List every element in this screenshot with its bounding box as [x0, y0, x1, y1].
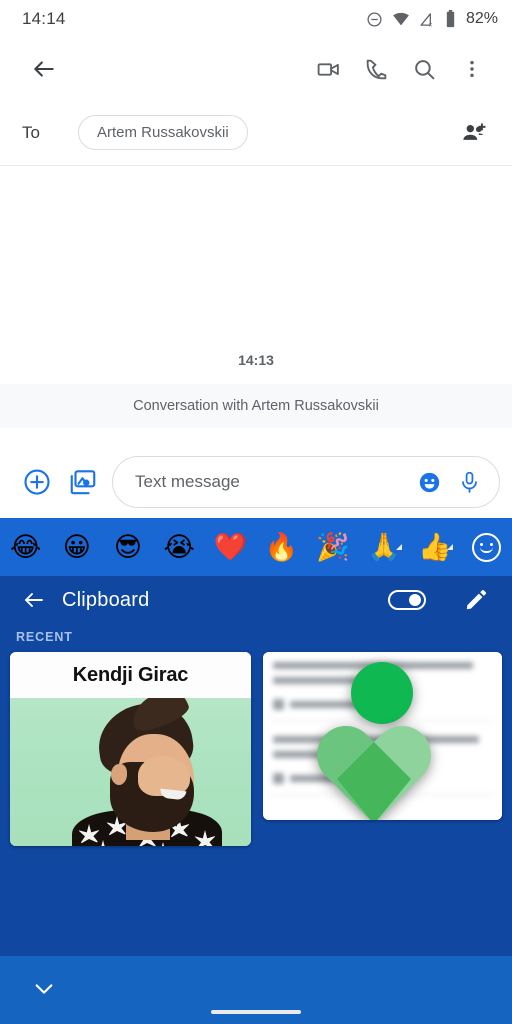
conversation-banner: Conversation with Artem Russakovskii	[0, 384, 512, 428]
message-input-placeholder: Text message	[135, 472, 240, 491]
emoji-button[interactable]: 😭	[154, 534, 205, 561]
battery-percent: 82%	[465, 10, 498, 27]
emoji-button[interactable]: 😎	[102, 534, 153, 561]
battery-icon	[445, 10, 456, 28]
messages-app-screen: 14:14 x 82% To Artem Russakovskii 14:13 …	[0, 0, 512, 1024]
image-camera-icon[interactable]	[60, 459, 106, 505]
clipboard-card-title: Kendji Girac	[10, 652, 251, 698]
emoji-button[interactable]: 🔥	[256, 534, 307, 561]
clipboard-card-grid: Kendji Girac	[0, 652, 512, 846]
emoji-button[interactable]: 😀	[51, 534, 102, 561]
status-icons: x 82%	[366, 10, 498, 28]
wifi-icon	[392, 10, 410, 28]
conversation-area: 14:13 Conversation with Artem Russakovsk…	[0, 166, 512, 428]
fit-logo-circle	[351, 662, 413, 724]
emoji-button[interactable]: 😂	[0, 534, 51, 561]
recipient-chip[interactable]: Artem Russakovskii	[77, 115, 248, 150]
search-icon[interactable]	[400, 45, 448, 93]
clipboard-panel: Clipboard RECENT Kendji Girac	[0, 576, 512, 956]
status-bar: 14:14 x 82%	[0, 0, 512, 38]
clipboard-header: Clipboard	[0, 576, 512, 624]
fit-logo-heart	[315, 720, 433, 820]
emoji-button[interactable]: 🎉	[307, 534, 358, 561]
emoji-picker-glyph	[471, 532, 501, 562]
toggle-knob	[409, 594, 421, 606]
compose-bar: Text message	[0, 446, 512, 518]
clipboard-back-button[interactable]	[14, 580, 54, 620]
app-toolbar	[0, 38, 512, 100]
emoji-button[interactable]: ❤️	[205, 534, 256, 561]
keyboard-bottom-bar	[0, 956, 512, 1024]
clipboard-card[interactable]: Kendji Girac	[10, 652, 251, 846]
home-indicator[interactable]	[211, 1010, 301, 1014]
emoji-quick-row: 😂 😀 😎 😭 ❤️ 🔥 🎉 🙏 👍	[0, 518, 512, 576]
add-people-icon[interactable]	[452, 111, 496, 155]
phone-icon[interactable]	[352, 45, 400, 93]
message-input[interactable]: Text message	[112, 456, 500, 508]
chevron-down-icon[interactable]	[30, 978, 58, 1000]
recipient-row: To Artem Russakovskii	[0, 100, 512, 166]
emoji-smile-icon[interactable]	[409, 462, 449, 502]
emoji-button[interactable]: 🙏	[358, 534, 409, 561]
clipboard-sync-toggle[interactable]	[388, 590, 426, 610]
emoji-picker-icon[interactable]	[461, 532, 512, 562]
svg-text:x: x	[429, 21, 433, 27]
message-timestamp: 14:13	[238, 352, 274, 368]
more-vert-icon[interactable]	[448, 45, 496, 93]
clipboard-card-screenshot	[263, 652, 502, 820]
microphone-icon[interactable]	[449, 462, 489, 502]
clipboard-section-label: RECENT	[16, 630, 73, 644]
do-not-disturb-icon	[366, 11, 383, 28]
clipboard-card-image	[10, 698, 251, 846]
pencil-edit-icon[interactable]	[456, 580, 496, 620]
back-button[interactable]	[20, 45, 68, 93]
portrait-ear	[111, 764, 127, 785]
status-time: 14:14	[22, 9, 66, 28]
clipboard-title: Clipboard	[62, 588, 150, 611]
emoji-button[interactable]: 👍	[410, 534, 461, 561]
plus-circle-icon[interactable]	[14, 459, 60, 505]
clipboard-card[interactable]	[263, 652, 502, 820]
video-call-icon[interactable]	[304, 45, 352, 93]
to-label: To	[22, 122, 40, 142]
cellular-signal-off-icon: x	[419, 11, 436, 28]
